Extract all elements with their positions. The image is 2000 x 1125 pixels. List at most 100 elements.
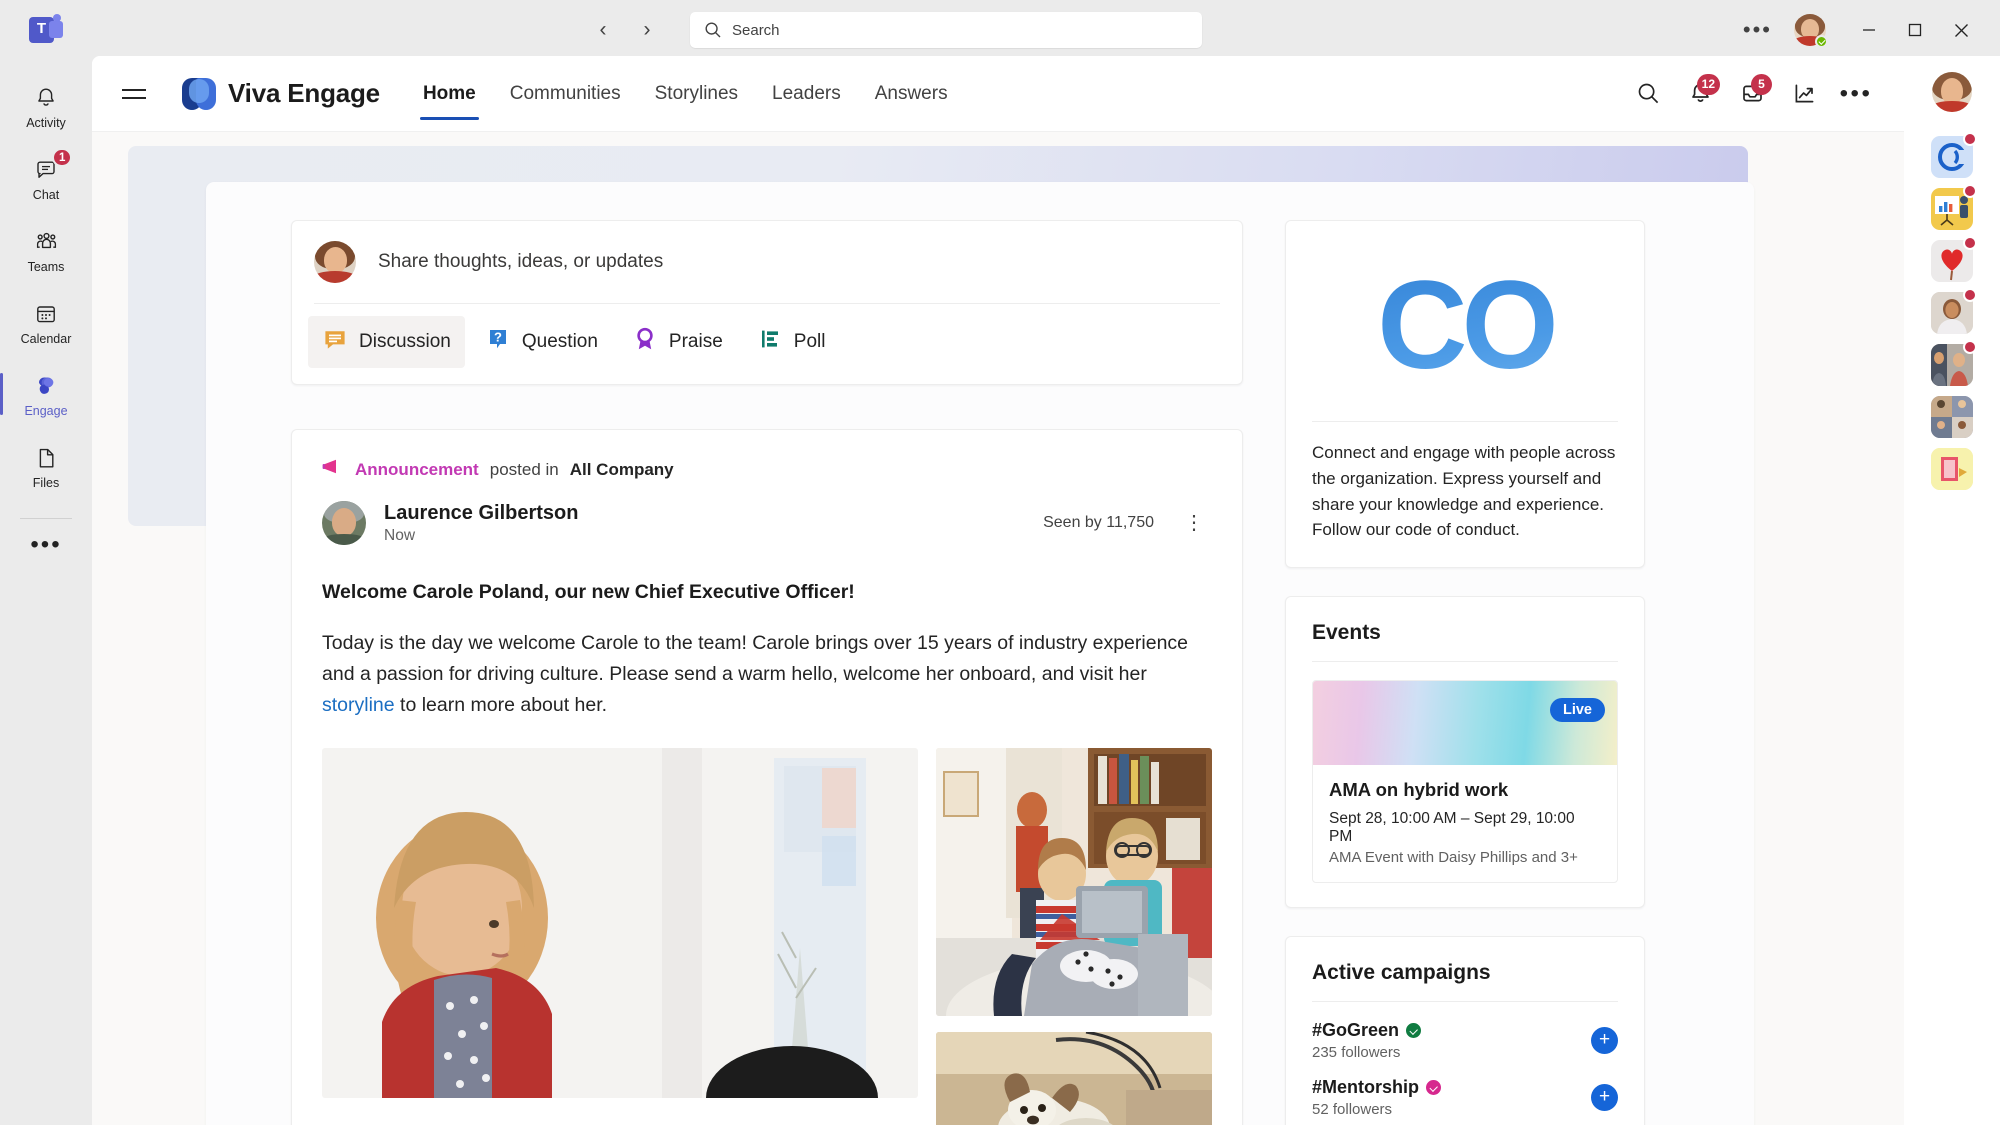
chat-unread-badge: 1 [52,148,73,167]
search-icon[interactable] [1624,70,1672,118]
bell-icon [34,83,58,113]
composer-option-poll[interactable]: Poll [743,316,840,368]
post-image-secondary[interactable] [936,748,1212,1017]
group-photo-tile[interactable] [1931,340,1977,386]
follow-campaign-button[interactable]: + [1591,1027,1618,1055]
rail-more-apps-icon[interactable]: ••• [20,529,71,561]
presentation-app-tile[interactable] [1931,184,1977,230]
tab-communities[interactable]: Communities [493,56,638,132]
notification-dot [1963,184,1977,198]
sidebar-item-label: Files [32,475,60,490]
post-body-text-2: to learn more about her. [394,693,608,716]
main-navigation-tabs: Home Communities Storylines Leaders Answ… [406,56,965,132]
people-icon [34,227,59,257]
composer-option-praise[interactable]: Praise [618,316,737,368]
campaigns-title: Active campaigns [1312,961,1491,985]
tab-leaders[interactable]: Leaders [755,56,858,132]
person-chat-tile[interactable] [1931,288,1977,334]
more-options-icon[interactable]: ••• [1832,70,1880,118]
window-more-options-icon[interactable]: ••• [1725,19,1790,41]
inbox-icon[interactable]: 5 [1728,70,1776,118]
avatar[interactable] [1932,72,1972,112]
sidebar-item-label: Calendar [20,331,72,346]
calendar-icon [34,299,58,329]
team-collage-tile[interactable] [1931,396,1973,438]
composer-option-label: Question [521,331,598,352]
sticker-app-tile[interactable] [1931,448,1973,490]
organization-description: Connect and engage with people across th… [1312,443,1616,540]
campaign-tag[interactable]: #GoGreen [1312,1020,1591,1041]
post-image-primary[interactable] [322,748,918,1099]
divider [1312,661,1618,663]
praise-icon [632,326,658,358]
post-header: Laurence Gilbertson Now Seen by 11,750 ⋮ [322,501,1212,545]
post-image-tertiary[interactable] [936,1032,1212,1125]
posted-in-label: posted in [489,459,559,479]
back-icon[interactable]: ‹ [588,15,618,45]
sidebar-item-teams[interactable]: Teams [8,216,84,284]
post-image-collage [322,748,1212,1125]
sidebar-item-label: Teams [27,259,65,274]
sidebar-item-label: Engage [24,403,68,418]
search-input[interactable]: Search [690,12,1202,48]
composer-option-discussion[interactable]: Discussion [308,316,465,368]
forward-icon[interactable]: › [632,15,662,45]
post-author-name[interactable]: Laurence Gilbertson [384,502,579,525]
community-name[interactable]: All Company [570,460,674,480]
notifications-badge: 12 [1696,73,1720,95]
minimize-button[interactable] [1846,8,1892,52]
post-body: Today is the day we welcome Carole to th… [322,628,1212,720]
question-icon: ? [485,326,511,358]
sidebar-item-calendar[interactable]: Calendar [8,288,84,356]
composer-option-label: Poll [793,331,826,352]
teams-logo-icon [0,14,92,46]
event-item[interactable]: Live AMA on hybrid work Sept 28, 10:00 A… [1312,680,1618,884]
composer-option-label: Discussion [359,331,451,352]
composer-input-row[interactable]: Share thoughts, ideas, or updates [292,221,1242,303]
event-thumbnail: Live [1313,681,1617,766]
follow-campaign-button[interactable]: + [1591,1084,1618,1112]
notification-dot [1963,132,1977,146]
campaign-followers: 235 followers [1312,1044,1401,1062]
campaign-tag-label: #Mentorship [1312,1077,1420,1098]
sidebar-item-engage[interactable]: Engage [0,360,84,428]
tab-answers[interactable]: Answers [858,56,965,132]
sidebar-item-activity[interactable]: Activity [8,72,84,140]
search-icon [704,21,722,39]
svg-text:?: ? [494,330,502,345]
storyline-link[interactable]: storyline [322,694,395,716]
composer-option-question[interactable]: ? Question [471,316,612,368]
campaign-followers: 52 followers [1312,1101,1393,1119]
hamburger-menu-icon[interactable] [112,72,156,116]
viva-engage-brand[interactable]: Viva Engage [182,77,380,110]
post-composer: Share thoughts, ideas, or updates Discus… [291,220,1243,385]
discussion-icon [322,326,348,358]
avatar[interactable] [1794,14,1828,48]
verified-badge-icon [1406,1023,1422,1039]
sidebar-item-chat[interactable]: 1 Chat [8,144,84,212]
notifications-bell-icon[interactable]: 12 [1676,70,1724,118]
copilot-app-tile[interactable] [1931,132,1977,178]
announcement-banner: Announcement posted in All Company [322,458,1212,481]
seen-by-count: Seen by 11,750 [1043,514,1154,531]
events-card: Events Live AMA on hybrid work Sept 28, … [1285,596,1645,909]
avatar[interactable] [322,501,366,545]
notification-dot [1963,340,1977,354]
maximize-button[interactable] [1892,8,1938,52]
composer-option-label: Praise [668,331,723,352]
inbox-badge: 5 [1751,73,1772,95]
viva-engage-logo-icon [182,77,216,110]
heart-balloon-tile[interactable] [1931,236,1977,282]
campaign-tag[interactable]: #Mentorship [1312,1077,1591,1098]
sidebar-item-files[interactable]: Files [8,432,84,500]
tab-home[interactable]: Home [406,56,493,132]
notification-dot [1963,236,1977,250]
search-placeholder: Search [732,21,780,39]
file-icon [34,443,58,473]
analytics-trend-icon[interactable] [1780,70,1828,118]
post-more-options-icon[interactable]: ⋮ [1176,513,1212,533]
events-title: Events [1312,621,1381,645]
feed-main-column: Share thoughts, ideas, or updates Discus… [291,220,1243,1125]
tab-storylines[interactable]: Storylines [638,56,755,132]
close-button[interactable] [1938,8,1984,52]
